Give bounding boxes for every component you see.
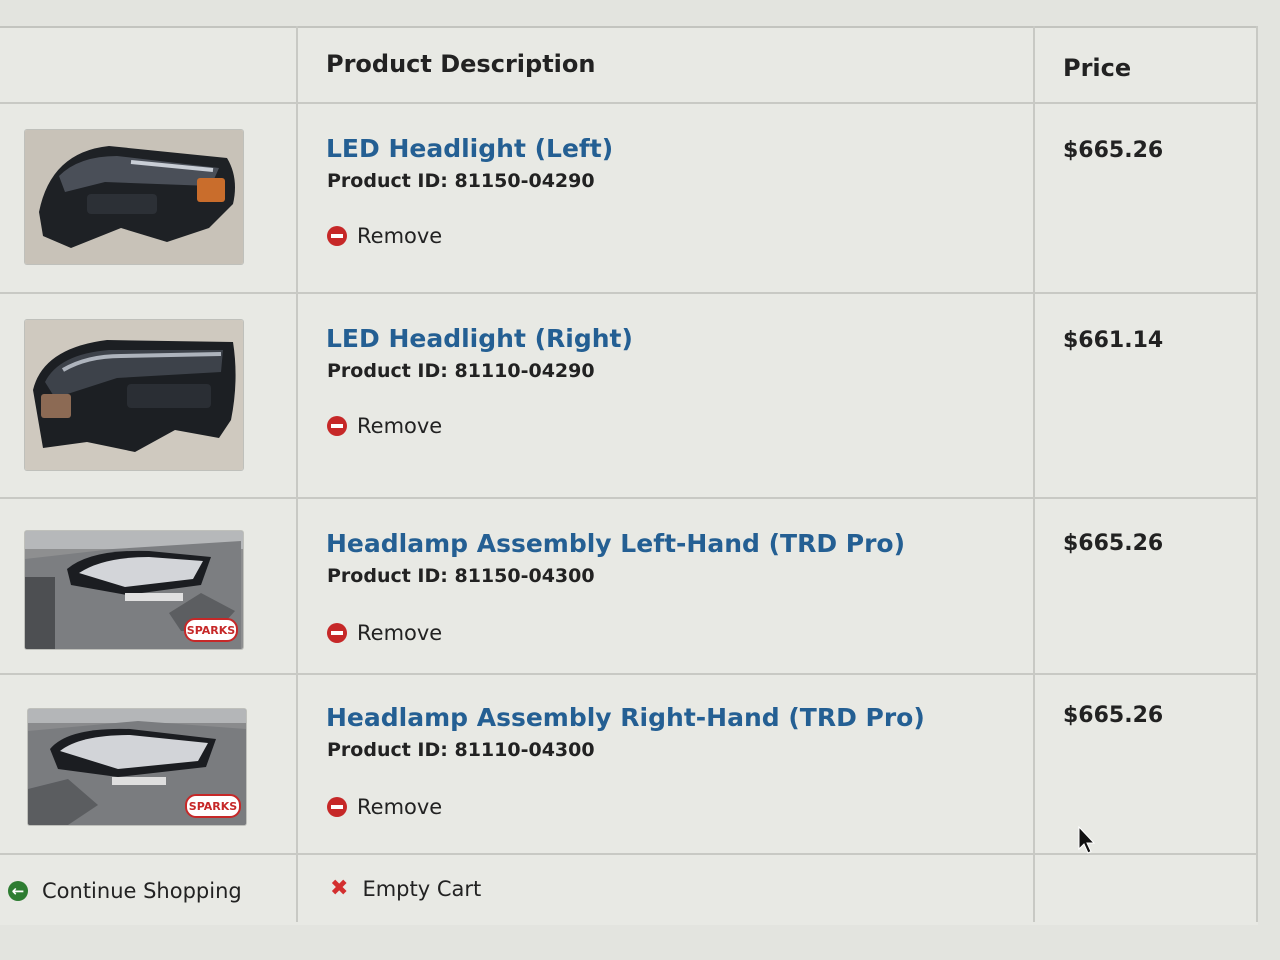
column-divider	[1033, 26, 1035, 922]
remove-button[interactable]: Remove	[327, 621, 442, 645]
minus-circle-icon	[327, 416, 347, 436]
svg-text:SPARKS: SPARKS	[187, 624, 235, 637]
minus-circle-icon	[327, 623, 347, 643]
mouse-cursor-icon	[1078, 826, 1096, 854]
remove-button[interactable]: Remove	[327, 414, 442, 438]
product-name-link[interactable]: LED Headlight (Right)	[326, 324, 633, 353]
minus-circle-icon	[327, 797, 347, 817]
product-id: Product ID: 81150-04300	[327, 565, 595, 587]
svg-text:SPARKS: SPARKS	[189, 800, 237, 813]
product-id: Product ID: 81110-04290	[327, 360, 595, 382]
remove-label: Remove	[357, 414, 443, 438]
product-name-link[interactable]: Headlamp Assembly Left-Hand (TRD Pro)	[326, 529, 905, 558]
remove-label: Remove	[357, 621, 443, 645]
product-id: Product ID: 81150-04290	[327, 170, 595, 192]
header-price: Price	[1063, 54, 1132, 82]
product-thumbnail[interactable]: SPARKS	[25, 531, 243, 649]
headlamp-on-truck-photo-icon: SPARKS	[28, 709, 246, 825]
remove-label: Remove	[357, 224, 443, 248]
product-thumbnail[interactable]	[25, 130, 243, 264]
empty-cart-label: Empty Cart	[362, 877, 482, 901]
product-name-link[interactable]: Headlamp Assembly Right-Hand (TRD Pro)	[326, 703, 925, 732]
table-row: LED Headlight (Left) Product ID: 81150-0…	[0, 104, 1258, 294]
table-row: SPARKS Headlamp Assembly Left-Hand (TRD …	[0, 499, 1258, 675]
table-header-row: Product Description Price	[0, 28, 1258, 104]
item-price: $665.26	[1063, 531, 1164, 556]
item-price: $665.26	[1063, 703, 1164, 728]
continue-shopping-label: Continue Shopping	[42, 879, 242, 903]
remove-label: Remove	[357, 795, 443, 819]
cart-table: Product Description Price LED Headlight …	[0, 26, 1258, 925]
header-product-description: Product Description	[326, 50, 596, 78]
item-price: $661.14	[1063, 328, 1164, 353]
arrow-left-circle-icon: ←	[8, 881, 28, 901]
product-thumbnail[interactable]	[25, 320, 243, 470]
continue-shopping-button[interactable]: ← Continue Shopping	[8, 879, 242, 903]
cart-footer-row: ← Continue Shopping ✖ Empty Cart	[0, 855, 1258, 925]
product-name-link[interactable]: LED Headlight (Left)	[326, 134, 613, 163]
item-price: $665.26	[1063, 138, 1164, 163]
product-thumbnail[interactable]: SPARKS	[28, 709, 246, 825]
headlamp-on-truck-photo-icon: SPARKS	[25, 531, 243, 649]
empty-cart-button[interactable]: ✖ Empty Cart	[330, 877, 481, 901]
headlight-product-photo-icon	[25, 130, 243, 264]
remove-button[interactable]: Remove	[327, 795, 442, 819]
remove-button[interactable]: Remove	[327, 224, 442, 248]
column-divider	[1256, 26, 1258, 922]
minus-circle-icon	[327, 226, 347, 246]
product-id: Product ID: 81110-04300	[327, 739, 595, 761]
table-row: LED Headlight (Right) Product ID: 81110-…	[0, 294, 1258, 499]
x-icon: ✖	[330, 876, 349, 901]
column-divider	[296, 26, 298, 922]
table-row: SPARKS Headlamp Assembly Right-Hand (TRD…	[0, 675, 1258, 855]
headlight-product-photo-icon	[25, 320, 243, 470]
